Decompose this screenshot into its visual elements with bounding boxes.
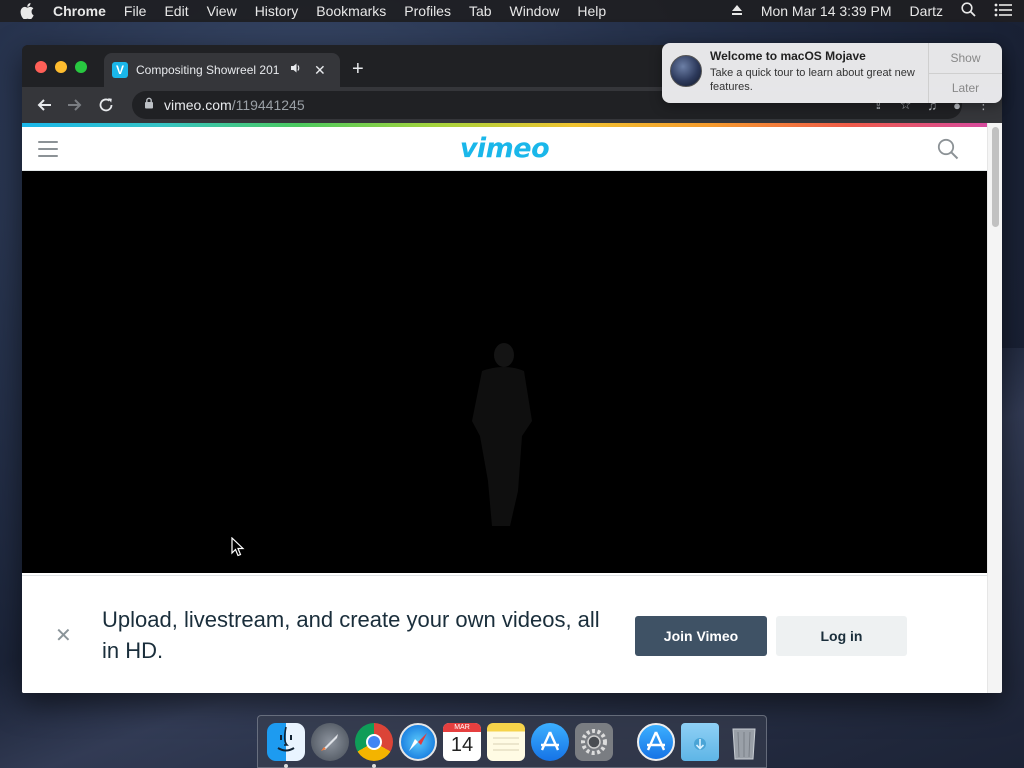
chrome-icon[interactable]: [355, 722, 393, 768]
menu-tab[interactable]: Tab: [469, 3, 492, 19]
log-in-button[interactable]: Log in: [776, 616, 907, 656]
vimeo-logo[interactable]: vimeo: [22, 133, 987, 164]
menu-bookmarks[interactable]: Bookmarks: [316, 3, 386, 19]
trash-icon[interactable]: [725, 723, 763, 761]
calendar-icon[interactable]: MAR 14: [443, 722, 481, 761]
tab-title: Compositing Showreel 201: [136, 63, 280, 77]
menu-bar: Chrome File Edit View History Bookmarks …: [0, 0, 1024, 22]
vimeo-header: vimeo: [22, 127, 987, 171]
notification-title: Welcome to macOS Mojave: [710, 49, 866, 63]
url-domain: vimeo.com: [164, 97, 232, 113]
page-scrollbar[interactable]: [987, 123, 1002, 693]
calendar-month: MAR: [443, 722, 481, 732]
zoom-window-button[interactable]: [75, 61, 87, 73]
mouse-pointer-icon: [231, 537, 245, 557]
notification-center-icon[interactable]: [994, 3, 1012, 20]
menu-view[interactable]: View: [207, 3, 237, 19]
join-vimeo-button[interactable]: Join Vimeo: [635, 616, 767, 656]
macos-mojave-icon: [670, 55, 702, 87]
video-frame-figure: [472, 343, 532, 526]
close-window-button[interactable]: [35, 61, 47, 73]
system-preferences-icon[interactable]: [575, 722, 613, 761]
notification-later-button[interactable]: Later: [929, 74, 1002, 104]
scrollbar-thumb[interactable]: [992, 127, 999, 227]
url-path: /119441245: [231, 97, 305, 113]
menu-edit[interactable]: Edit: [164, 3, 188, 19]
eject-icon[interactable]: [731, 3, 743, 19]
notification-text: Take a quick tour to learn about great n…: [710, 67, 915, 93]
notification-show-button[interactable]: Show: [929, 43, 1002, 74]
menu-history[interactable]: History: [255, 3, 299, 19]
video-player[interactable]: [22, 171, 987, 573]
downloads-folder-icon[interactable]: [681, 722, 719, 761]
menu-window[interactable]: Window: [510, 3, 560, 19]
new-tab-button[interactable]: +: [352, 59, 364, 79]
vimeo-page: vimeo ✕ Upload, livestream, and create y…: [22, 123, 987, 693]
app-store-download-icon[interactable]: [637, 722, 675, 761]
chrome-window: V Compositing Showreel 201 ✕ + vimeo.com…: [22, 45, 1002, 693]
app-store-icon[interactable]: [531, 722, 569, 761]
vimeo-favicon-icon: V: [112, 62, 128, 78]
reload-icon[interactable]: [97, 96, 115, 114]
banner-close-icon[interactable]: ✕: [55, 626, 72, 646]
banner-message: Upload, livestream, and create your own …: [102, 607, 600, 663]
lock-icon[interactable]: [144, 96, 154, 114]
menu-clock[interactable]: Mon Mar 14 3:39 PM: [761, 3, 892, 19]
menu-profiles[interactable]: Profiles: [404, 3, 451, 19]
menu-app-chrome[interactable]: Chrome: [53, 3, 106, 19]
launchpad-icon[interactable]: [311, 722, 349, 761]
back-arrow-icon[interactable]: [35, 96, 53, 114]
tab-close-icon[interactable]: ✕: [314, 62, 326, 79]
url-text: vimeo.com/119441245: [164, 97, 305, 113]
safari-icon[interactable]: [399, 722, 437, 761]
minimize-window-button[interactable]: [55, 61, 67, 73]
tab-vimeo[interactable]: V Compositing Showreel 201 ✕: [104, 53, 340, 87]
apple-menu-icon[interactable]: [20, 3, 36, 19]
signup-banner: ✕ Upload, livestream, and create your ow…: [22, 575, 987, 693]
menu-user[interactable]: Dartz: [910, 3, 943, 19]
search-icon[interactable]: [937, 138, 959, 165]
mojave-welcome-notification[interactable]: Welcome to macOS Mojave Take a quick tou…: [662, 43, 1002, 103]
tab-audio-icon[interactable]: [290, 61, 304, 79]
forward-arrow-icon[interactable]: [66, 96, 84, 114]
spotlight-search-icon[interactable]: [961, 2, 976, 20]
finder-icon[interactable]: [267, 722, 305, 768]
dock: MAR 14: [257, 715, 767, 768]
menu-help[interactable]: Help: [577, 3, 606, 19]
menu-file[interactable]: File: [124, 3, 147, 19]
calendar-day: 14: [450, 733, 474, 756]
notes-icon[interactable]: [487, 722, 525, 761]
